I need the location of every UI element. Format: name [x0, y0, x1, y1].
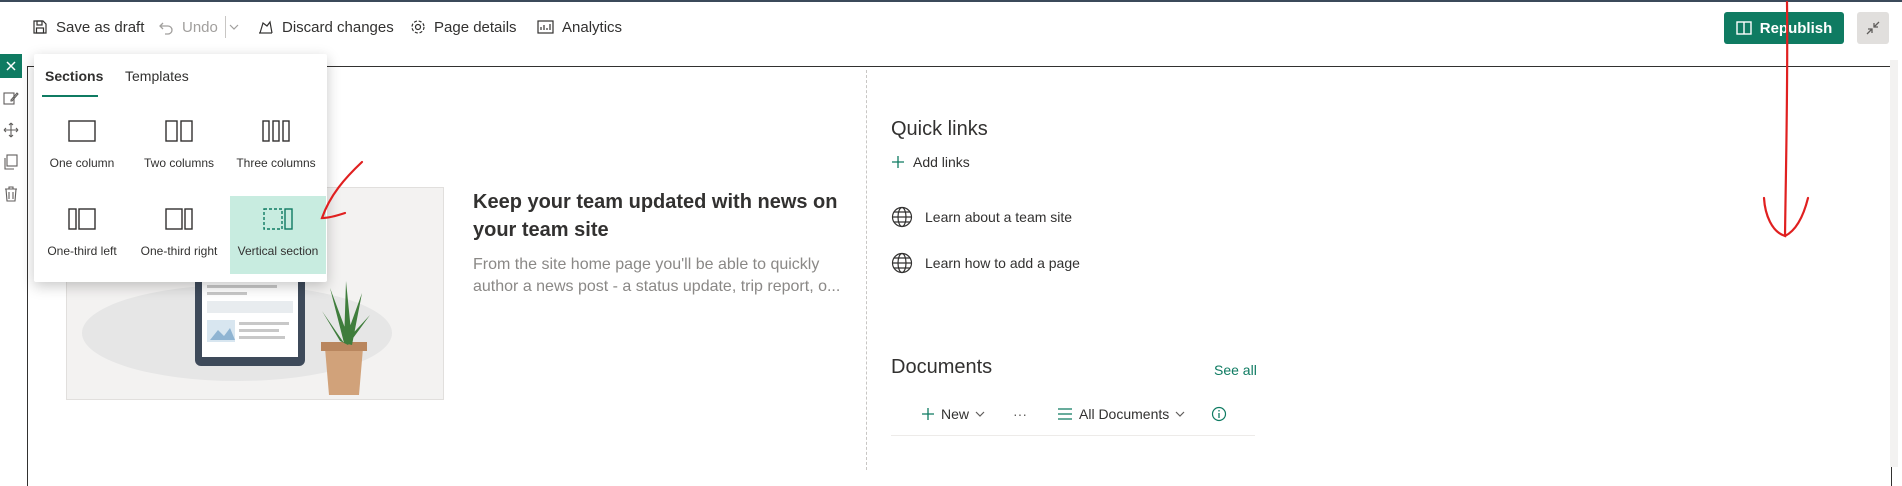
- tab-sections[interactable]: Sections: [45, 68, 103, 84]
- discard-changes-button[interactable]: Discard changes: [257, 14, 394, 40]
- three-columns-icon: [262, 120, 290, 142]
- close-toolbox-button[interactable]: [0, 54, 22, 78]
- save-icon: [33, 20, 47, 34]
- new-document-button[interactable]: New: [921, 406, 985, 422]
- undo-label: Undo: [182, 18, 218, 36]
- undo-icon: [159, 22, 173, 35]
- delete-section-button[interactable]: [2, 185, 20, 203]
- discard-changes-label: Discard changes: [282, 18, 394, 36]
- save-draft-label: Save as draft: [56, 18, 145, 36]
- documents-command-bar: New ··· All Documents: [891, 398, 1255, 436]
- layout-three-columns[interactable]: Three columns: [228, 108, 324, 186]
- discard-icon: [259, 20, 273, 34]
- globe-icon: [891, 252, 913, 274]
- info-button[interactable]: [1211, 406, 1227, 422]
- quick-links-title: Quick links: [891, 118, 988, 140]
- layout-one-third-right[interactable]: One-third right: [131, 196, 227, 274]
- republish-label: Republish: [1759, 19, 1833, 37]
- move-icon: [3, 122, 19, 138]
- close-icon: [6, 61, 16, 71]
- documents-title: Documents: [891, 356, 993, 378]
- more-options-button[interactable]: ···: [1013, 406, 1027, 422]
- see-all-link[interactable]: See all: [1214, 362, 1257, 378]
- section-layout-panel: Sections Templates One column Two column…: [34, 54, 327, 282]
- view-label: All Documents: [1079, 406, 1170, 422]
- one-third-left-icon: [68, 208, 96, 230]
- vertical-section-icon: [263, 208, 293, 230]
- layout-label: Three columns: [236, 156, 316, 170]
- tab-templates[interactable]: Templates: [125, 68, 189, 84]
- layout-two-columns[interactable]: Two columns: [131, 108, 227, 186]
- analytics-label: Analytics: [562, 18, 623, 36]
- scrollbar[interactable]: [1890, 60, 1898, 467]
- republish-button[interactable]: Republish: [1724, 12, 1844, 44]
- active-tab-indicator: [42, 95, 98, 97]
- gear-icon: [411, 20, 425, 34]
- quick-link-item[interactable]: Learn about a team site: [891, 206, 1072, 228]
- edit-icon: [3, 92, 19, 105]
- add-links-button[interactable]: Add links: [891, 154, 970, 170]
- one-column-icon: [68, 120, 96, 142]
- plus-icon: [892, 156, 904, 168]
- save-draft-button[interactable]: Save as draft: [32, 14, 144, 40]
- undo-button[interactable]: Undo: [158, 14, 218, 40]
- quick-link-label: Learn about a team site: [925, 209, 1073, 225]
- globe-icon: [891, 206, 913, 228]
- quick-link-item[interactable]: Learn how to add a page: [891, 252, 1080, 274]
- layout-one-column[interactable]: One column: [34, 108, 130, 186]
- column-divider: [866, 70, 867, 470]
- info-icon: [1211, 406, 1227, 422]
- duplicate-section-button[interactable]: [2, 153, 20, 171]
- layout-vertical-section[interactable]: Vertical section: [230, 196, 326, 274]
- book-open-icon: [1736, 21, 1752, 35]
- list-icon: [1058, 408, 1072, 420]
- quick-link-label: Learn how to add a page: [925, 255, 1080, 271]
- news-description: From the site home page you'll be able t…: [473, 256, 841, 295]
- layout-label: One-third right: [140, 244, 218, 258]
- analytics-icon: [537, 20, 554, 34]
- news-title: Keep your team updated with news on your…: [473, 191, 838, 241]
- one-third-right-icon: [165, 208, 193, 230]
- page-details-button[interactable]: Page details: [410, 14, 517, 40]
- two-columns-icon: [165, 120, 193, 142]
- collapse-icon: [1866, 21, 1880, 35]
- layout-label: Two columns: [143, 156, 215, 170]
- collapse-button[interactable]: [1857, 12, 1889, 44]
- analytics-button[interactable]: Analytics: [537, 14, 622, 40]
- undo-dropdown[interactable]: [229, 14, 239, 40]
- chevron-down-icon: [1175, 411, 1185, 417]
- chevron-down-icon: [975, 411, 985, 417]
- command-bar: Save as draft Undo Discard changes Page …: [0, 2, 1902, 50]
- layout-label: Vertical section: [237, 244, 319, 258]
- view-selector[interactable]: All Documents: [1057, 406, 1185, 422]
- toolbar-divider: [225, 16, 226, 38]
- edit-section-button[interactable]: [2, 89, 20, 107]
- layout-label: One column: [49, 156, 115, 170]
- plus-icon: [922, 408, 934, 420]
- add-links-label: Add links: [913, 154, 970, 170]
- new-label: New: [941, 406, 970, 422]
- layout-label: One-third left: [47, 244, 117, 258]
- copy-icon: [4, 154, 18, 170]
- chevron-down-icon: [229, 24, 239, 30]
- move-section-button[interactable]: [2, 121, 20, 139]
- page-details-label: Page details: [434, 18, 517, 36]
- trash-icon: [5, 186, 17, 202]
- layout-one-third-left[interactable]: One-third left: [34, 196, 130, 274]
